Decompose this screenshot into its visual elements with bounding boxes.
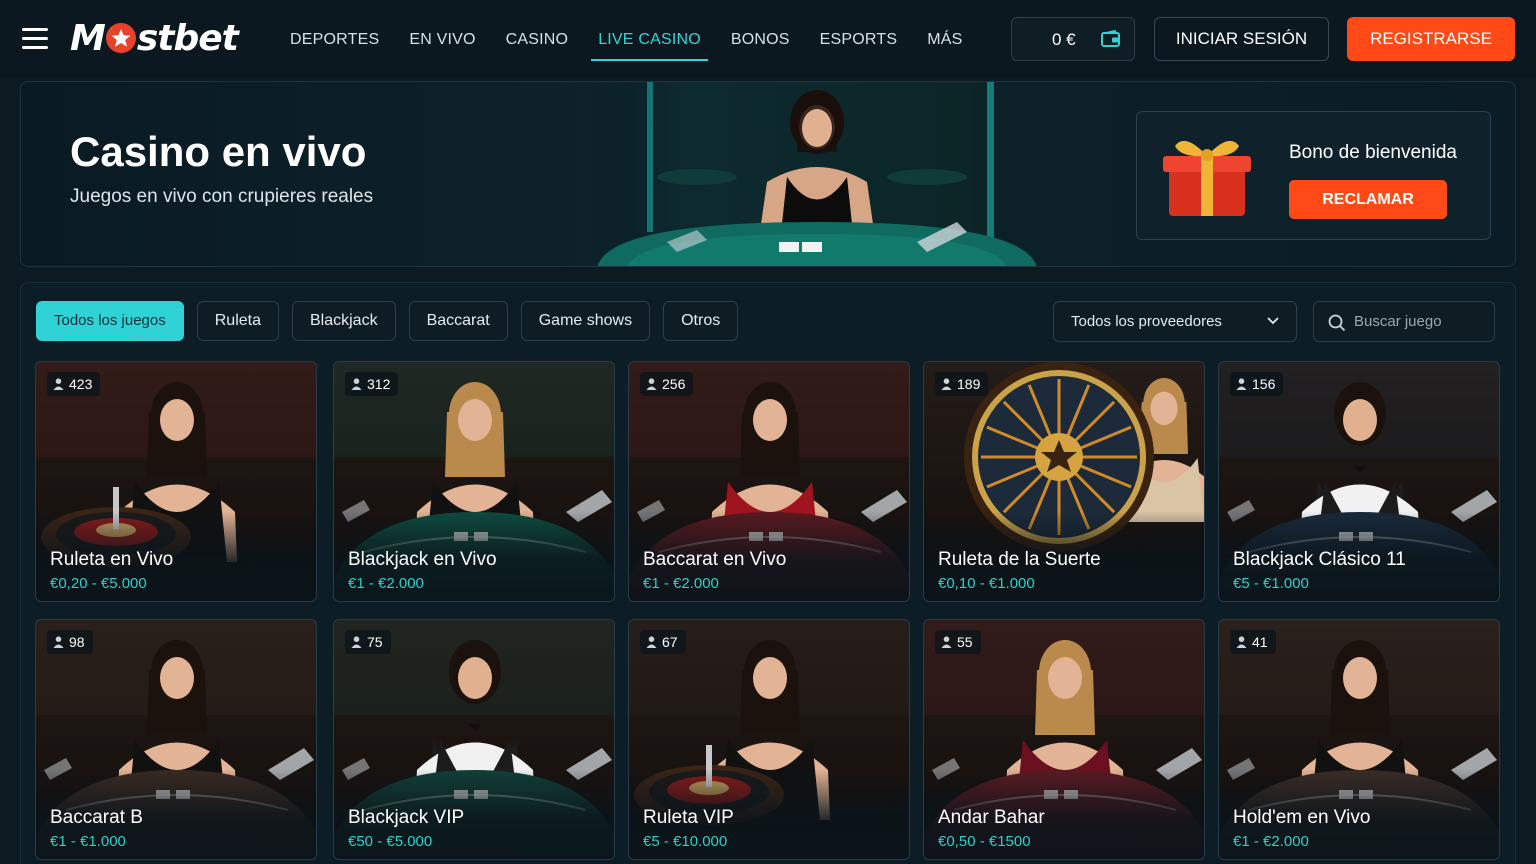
player-count: 423 (69, 376, 93, 392)
user-icon (351, 636, 362, 648)
game-name: Ruleta en Vivo (50, 549, 174, 570)
bet-range: €1 - €2.000 (643, 575, 719, 592)
player-count-badge: 312 (345, 372, 399, 396)
nav-casino[interactable]: CASINO (491, 0, 584, 78)
nav-deportes[interactable]: DEPORTES (275, 0, 394, 78)
nav-mas[interactable]: MÁS (912, 0, 977, 78)
games-panel: Todos los juegos Ruleta Blackjack Baccar… (20, 282, 1516, 864)
search-box (1313, 301, 1495, 342)
player-count-badge: 41 (1230, 630, 1276, 654)
logo[interactable]: M stbet (70, 16, 239, 60)
player-count-badge: 189 (935, 372, 989, 396)
game-name: Baccarat en Vivo (643, 549, 787, 570)
claim-bonus-button[interactable]: RECLAMAR (1289, 180, 1447, 219)
game-card[interactable]: 67 Ruleta VIP €5 - €10.000 (628, 619, 910, 860)
bet-range: €5 - €1.000 (1233, 575, 1309, 592)
player-count-badge: 67 (640, 630, 686, 654)
balance-amount: 0 € (1052, 30, 1076, 49)
bet-range: €5 - €10.000 (643, 833, 728, 850)
game-name: Ruleta de la Suerte (938, 549, 1101, 570)
player-count-badge: 98 (47, 630, 93, 654)
game-card[interactable]: 423 Ruleta en Vivo €0,20 - €5.000 (35, 361, 317, 602)
user-icon (646, 636, 657, 648)
game-card[interactable]: 75 Blackjack VIP €50 - €5.000 (333, 619, 615, 860)
filter-baccarat[interactable]: Baccarat (408, 301, 508, 341)
nav-esports[interactable]: ESPORTS (805, 0, 913, 78)
player-count: 75 (367, 634, 383, 650)
nav-bonos[interactable]: BONOS (716, 0, 805, 78)
bet-range: €50 - €5.000 (348, 833, 433, 850)
player-count: 189 (957, 376, 981, 392)
provider-select[interactable]: Todos los proveedores (1053, 301, 1297, 342)
bonus-title: Bono de bienvenida (1289, 142, 1457, 163)
top-header: M stbet DEPORTES EN VIVO CASINO LIVE CAS… (0, 0, 1536, 78)
filter-todos[interactable]: Todos los juegos (36, 301, 184, 341)
game-name: Hold'em en Vivo (1233, 807, 1371, 828)
game-card[interactable]: 189 Ruleta de la Suerte €0,10 - €1.000 (923, 361, 1205, 602)
player-count: 41 (1252, 634, 1268, 650)
bet-range: €1 - €1.000 (50, 833, 126, 850)
user-icon (941, 636, 952, 648)
player-count: 156 (1252, 376, 1276, 392)
game-card[interactable]: 98 Baccarat B €1 - €1.000 (35, 619, 317, 860)
filter-blackjack[interactable]: Blackjack (292, 301, 396, 341)
game-card[interactable]: 55 Andar Bahar €0,50 - €1500 (923, 619, 1205, 860)
chevron-down-icon (1267, 317, 1279, 325)
gift-icon (1163, 140, 1251, 216)
welcome-bonus-card: Bono de bienvenida RECLAMAR (1136, 111, 1491, 240)
hero-banner: Casino en vivo Juegos en vivo con crupie… (20, 81, 1516, 267)
balance-box[interactable]: 0 € (1011, 17, 1135, 61)
player-count: 55 (957, 634, 973, 650)
player-count-badge: 55 (935, 630, 981, 654)
menu-icon[interactable] (22, 28, 48, 50)
bet-range: €0,50 - €1500 (938, 833, 1031, 850)
game-card[interactable]: 156 Blackjack Clásico 11 €5 - €1.000 (1218, 361, 1500, 602)
page-title: Casino en vivo (70, 128, 367, 175)
user-icon (351, 378, 362, 390)
user-icon (941, 378, 952, 390)
logo-star-icon (105, 23, 136, 53)
search-input[interactable] (1354, 304, 1490, 339)
bet-range: €0,20 - €5.000 (50, 575, 147, 592)
player-count-badge: 256 (640, 372, 694, 396)
game-name: Blackjack VIP (348, 807, 465, 828)
game-name: Baccarat B (50, 807, 143, 828)
main-nav: DEPORTES EN VIVO CASINO LIVE CASINO BONO… (275, 0, 978, 78)
game-card[interactable]: 312 Blackjack en Vivo €1 - €2.000 (333, 361, 615, 602)
register-button[interactable]: REGISTRARSE (1347, 17, 1515, 61)
game-name: Andar Bahar (938, 807, 1045, 828)
page-subtitle: Juegos en vivo con crupieres reales (70, 186, 374, 207)
login-button[interactable]: INICIAR SESIÓN (1154, 17, 1329, 61)
player-count: 256 (662, 376, 686, 392)
search-icon (1328, 314, 1346, 332)
game-card[interactable]: 41 Hold'em en Vivo €1 - €2.000 (1218, 619, 1500, 860)
user-icon (53, 378, 64, 390)
game-name: Blackjack en Vivo (348, 549, 497, 570)
player-count: 312 (367, 376, 391, 392)
nav-en-vivo[interactable]: EN VIVO (394, 0, 490, 78)
banner-dealer-image (587, 82, 1057, 266)
player-count-badge: 156 (1230, 372, 1284, 396)
bet-range: €1 - €2.000 (1233, 833, 1309, 850)
user-icon (1236, 378, 1247, 390)
filter-ruleta[interactable]: Ruleta (196, 301, 279, 341)
player-count: 67 (662, 634, 678, 650)
bet-range: €0,10 - €1.000 (938, 575, 1035, 592)
user-icon (646, 378, 657, 390)
bet-range: €1 - €2.000 (348, 575, 424, 592)
player-count-badge: 423 (47, 372, 101, 396)
game-name: Blackjack Clásico 11 (1233, 549, 1406, 570)
game-name: Ruleta VIP (643, 807, 734, 828)
wallet-icon (1101, 30, 1120, 47)
game-card[interactable]: 256 Baccarat en Vivo €1 - €2.000 (628, 361, 910, 602)
player-count: 98 (69, 634, 85, 650)
provider-select-value: Todos los proveedores (1071, 313, 1222, 330)
filter-otros[interactable]: Otros (663, 301, 739, 341)
user-icon (53, 636, 64, 648)
player-count-badge: 75 (345, 630, 391, 654)
category-filters: Todos los juegos Ruleta Blackjack Baccar… (36, 301, 739, 341)
user-icon (1236, 636, 1247, 648)
filter-game-shows[interactable]: Game shows (520, 301, 651, 341)
nav-live-casino[interactable]: LIVE CASINO (583, 0, 716, 78)
